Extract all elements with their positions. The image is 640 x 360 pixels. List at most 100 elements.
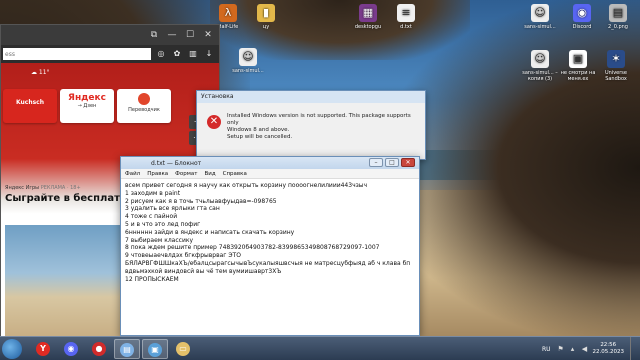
text-file-icon: ≡ — [397, 4, 415, 22]
text-line: 1 заходим в paint — [125, 189, 181, 197]
text-file-desktop-shortcut[interactable]: ≡ d.txt — [384, 4, 428, 30]
desktop-icon-label: sans-simul... — [524, 24, 556, 30]
universe-sandbox-icon: ✶ — [607, 50, 625, 68]
games-brand: Яндекс Игры — [5, 185, 40, 191]
menu-edit[interactable]: Правка — [147, 171, 168, 177]
start-button[interactable] — [2, 339, 22, 359]
clock[interactable]: 22:56 22.05.2023 — [593, 342, 625, 356]
close-button[interactable]: ✕ — [201, 28, 215, 42]
desktop-icon-label: цу — [262, 24, 270, 30]
text-line: всем привет сегодня я научу как открыть … — [125, 182, 368, 189]
minimize-button[interactable]: – — [369, 158, 383, 167]
download-icon[interactable]: ↓ — [203, 48, 215, 60]
desktop-icon-label: d.txt — [400, 24, 412, 30]
clock-date: 22.05.2023 — [592, 349, 625, 355]
record-taskbar-button[interactable]: ● — [86, 339, 112, 359]
show-desktop-button[interactable] — [630, 337, 636, 360]
flag-icon[interactable]: ⚑ — [557, 345, 565, 353]
text-line: вдвьмэхкой виндовсй вы чё тем вумиишаврт… — [125, 267, 282, 275]
notepad-titlebar[interactable]: d.txt — Блокнот – □ ✕ — [121, 157, 419, 169]
tile-label: Яндекс — [68, 93, 106, 103]
folder-icon: ▮ — [257, 4, 275, 22]
yandex-browser-taskbar-icon: Y — [36, 342, 50, 356]
notepad-taskbar-icon: ▤ — [120, 343, 134, 357]
desktop-icon-label: Universe Sandbox — [605, 70, 627, 82]
menu-format[interactable]: Формат — [175, 171, 197, 177]
installer-taskbar-icon: ▣ — [148, 343, 162, 357]
maximize-button[interactable]: ☐ — [183, 28, 197, 42]
tile-label: Kuchsch — [15, 99, 45, 106]
bookmarks-icon[interactable]: ▥ — [187, 48, 199, 60]
notepad-taskbar-button[interactable]: ▤ — [114, 339, 140, 359]
discord-taskbar-button[interactable]: ◉ — [58, 339, 84, 359]
tile-sublabel: → Дзен — [77, 103, 97, 109]
tabs-icon[interactable]: ⧉ — [147, 28, 161, 42]
volume-icon[interactable]: ◀ — [581, 345, 589, 353]
notepad-menubar: Файл Правка Формат Вид Справка — [121, 169, 419, 179]
text-line: 9 чтовеыаечвлдэх бгкфрыврваг ЭТО — [125, 252, 241, 260]
weather-temp: 11° — [38, 69, 50, 76]
desktop-icon-label: sans-simul... — [232, 68, 264, 74]
installer-message: Windows 8 and above. — [227, 127, 290, 133]
installer-taskbar-button[interactable]: ▣ — [142, 339, 168, 359]
desktop-background: λ Half-Life ▮ цу ▦ desktopgu ≡ d.txt ◉ Discord ▤ 2_… — [0, 0, 640, 336]
installer-title[interactable]: Установка — [197, 91, 425, 103]
language-indicator[interactable]: RU — [542, 346, 551, 353]
explorer-taskbar-icon: ▭ — [176, 342, 190, 356]
half-life-icon: λ — [219, 4, 237, 22]
text-line: 7 выбираем классику — [125, 236, 194, 244]
menu-view[interactable]: Вид — [204, 171, 215, 177]
desktop-icon-label: 2_0.png — [608, 24, 628, 30]
browser-toolbar: ◎ ✿ ▥ ↓ — [1, 45, 219, 63]
text-line: 2 рисуем как я в точь тчьлыавфуыдав=-098… — [125, 197, 277, 205]
notepad-text-area[interactable]: всем привет сегодня я научу как открыть … — [121, 179, 419, 335]
minimize-button[interactable]: — — [165, 28, 179, 42]
bin-desktop-shortcut[interactable]: ▤ 2_0.png — [596, 4, 640, 30]
text-line: БЯЛАРВГФШШкаХЪ/ебалцсырагсычывЪсукалыяшв… — [125, 259, 411, 267]
text-line: 12 ПРОПЫСКАЕМ — [125, 275, 179, 283]
universe-sandbox-desktop-shortcut[interactable]: ✶ Universe Sandbox — [594, 50, 638, 82]
camera-icon[interactable]: ◎ — [155, 48, 167, 60]
installer-message: Setup will be cancelled. — [227, 134, 293, 140]
not-looking-icon: ▣ — [569, 50, 587, 68]
sans-simulator-copy-icon: ☺ — [531, 50, 549, 68]
taskbar: Y ◉ ● ▤ ▣ ▭ RU ⚑ ▴ ◀ 22:56 22.05.2023 — [0, 336, 640, 360]
sans-simulator-desktop-shortcut[interactable]: ☺ sans-simul... — [226, 48, 270, 74]
tile-kuchsch[interactable]: Kuchsch — [3, 89, 57, 123]
notepad-window[interactable]: d.txt — Блокнот – □ ✕ Файл Правка Формат… — [120, 156, 420, 336]
network-icon[interactable]: ▴ — [569, 345, 577, 353]
sans-desktop-desktop-shortcut[interactable]: ☺ sans-simul... — [518, 4, 562, 30]
clock-time: 22:56 — [600, 342, 617, 348]
cloud-icon: ☁ — [31, 69, 39, 76]
ad-badge: РЕКЛАМА · 18+ — [40, 185, 81, 191]
installer-dialog[interactable]: Установка ✕ Installed Windows version is… — [196, 90, 426, 160]
error-icon: ✕ — [207, 115, 221, 129]
folder-desktop-shortcut[interactable]: ▮ цу — [244, 4, 288, 30]
extensions-icon[interactable]: ✿ — [171, 48, 183, 60]
system-tray: RU ⚑ ▴ ◀ 22:56 22.05.2023 — [542, 337, 636, 360]
menu-help[interactable]: Справка — [223, 171, 247, 177]
bin-icon: ▤ — [609, 4, 627, 22]
tile-translator[interactable]: Переводчик — [117, 89, 171, 123]
text-line: 6нннннн зайди в яндекс и написать скачат… — [125, 228, 295, 236]
explorer-taskbar-button[interactable]: ▭ — [170, 339, 196, 359]
text-line: 5 и в что это лед пофиг — [125, 220, 201, 228]
tile-sublabel: Переводчик — [128, 107, 160, 113]
browser-titlebar[interactable]: ⧉ — ☐ ✕ — [1, 25, 219, 45]
text-line: 4 тоже с пайной — [125, 213, 178, 221]
installer-message: Installed Windows version is not support… — [227, 113, 411, 126]
menu-file[interactable]: Файл — [125, 171, 140, 177]
sans-desktop-icon: ☺ — [531, 4, 549, 22]
installer-body: ✕ Installed Windows version is not suppo… — [197, 103, 425, 141]
speed-dial: Kuchsch Яндекс → Дзен Переводчик — [3, 89, 174, 123]
record-taskbar-icon: ● — [92, 342, 106, 356]
close-button[interactable]: ✕ — [401, 158, 415, 167]
address-bar-input[interactable] — [3, 48, 151, 60]
tile-yandex[interactable]: Яндекс → Дзен — [60, 89, 114, 123]
yandex-browser-taskbar-button[interactable]: Y — [30, 339, 56, 359]
weather-widget[interactable]: ☁ 11° — [31, 69, 50, 76]
sans-simulator-icon: ☺ — [239, 48, 257, 66]
discord-taskbar-icon: ◉ — [64, 342, 78, 356]
translator-icon — [138, 93, 150, 105]
maximize-button[interactable]: □ — [385, 158, 399, 167]
